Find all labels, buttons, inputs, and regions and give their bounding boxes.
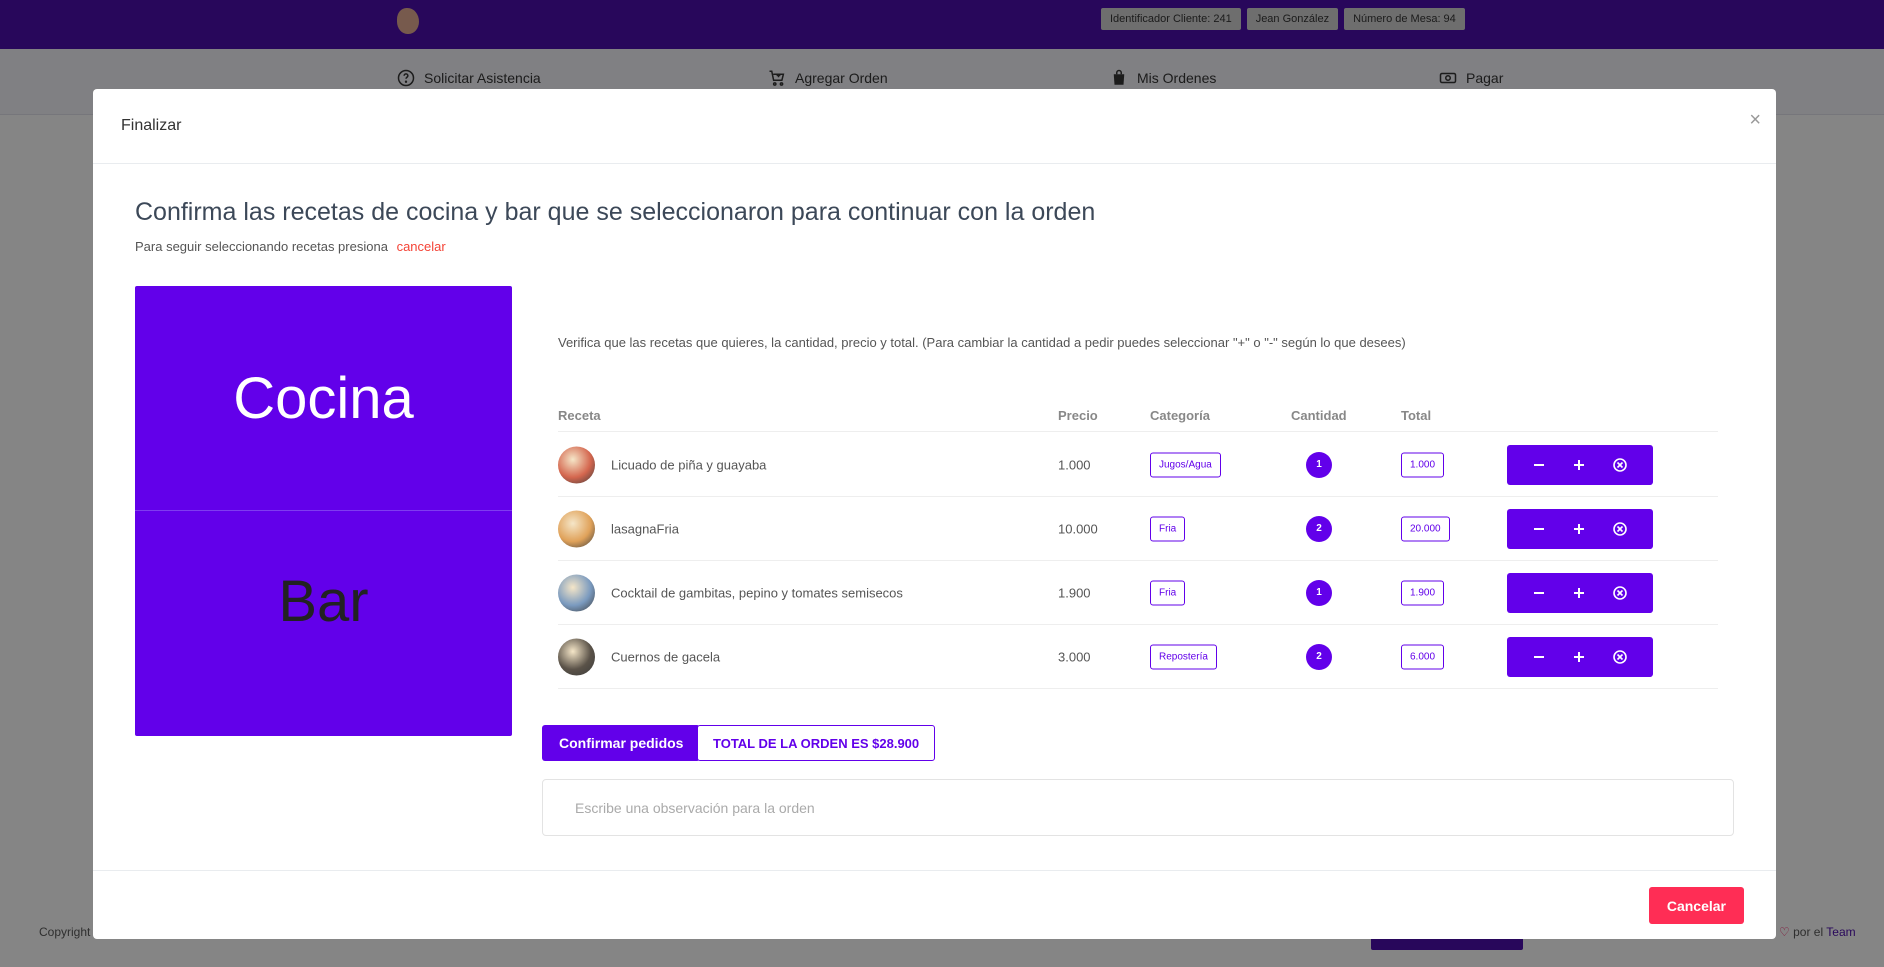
remove-circle-icon[interactable]	[1613, 585, 1627, 600]
minus-icon[interactable]	[1533, 523, 1545, 535]
table-row: Licuado de piña y guayaba 1.000 Jugos/Agua…	[558, 433, 1718, 497]
modal-header: Finalizar ×	[93, 89, 1776, 164]
column-recipe: Receta	[558, 408, 601, 423]
observation-input[interactable]	[542, 779, 1734, 836]
row-total: 6.000	[1401, 644, 1445, 669]
recipe-thumbnail	[558, 510, 595, 547]
quantity-badge: 1	[1306, 579, 1332, 606]
plus-icon[interactable]	[1573, 651, 1585, 663]
category-panel: Cocina Bar	[135, 286, 512, 736]
category-chip: Fria	[1150, 516, 1186, 541]
category-bar[interactable]: Bar	[135, 511, 512, 691]
row-actions	[1507, 508, 1653, 549]
recipe-price: 10.000	[1058, 521, 1098, 536]
quantity-badge: 2	[1306, 515, 1332, 542]
recipe-name: Cuernos de gacela	[611, 649, 721, 664]
category-chip: Fria	[1150, 580, 1186, 605]
cancel-link[interactable]: cancelar	[397, 239, 446, 254]
category-chip: Jugos/Agua	[1150, 452, 1221, 477]
close-icon[interactable]: ×	[1749, 109, 1761, 132]
table-row: Cocktail de gambitas, pepino y tomates s…	[558, 561, 1718, 625]
minus-icon[interactable]	[1533, 587, 1545, 599]
column-quantity: Cantidad	[1291, 408, 1347, 423]
row-total: 20.000	[1401, 516, 1450, 541]
recipe-price: 1.000	[1058, 457, 1091, 472]
recipe-name: Licuado de piña y guayaba	[611, 457, 767, 472]
subheading-text: Para seguir seleccionando recetas presio…	[135, 239, 388, 254]
minus-icon[interactable]	[1533, 651, 1545, 663]
quantity-badge: 2	[1306, 643, 1332, 670]
remove-circle-icon[interactable]	[1613, 521, 1627, 536]
row-total: 1.900	[1401, 580, 1445, 605]
column-category: Categoría	[1150, 408, 1210, 423]
recipe-thumbnail	[558, 638, 595, 675]
table-row: lasagnaFria 10.000 Fria 2 20.000	[558, 497, 1718, 561]
row-actions	[1507, 444, 1653, 485]
recipe-name: Cocktail de gambitas, pepino y tomates s…	[611, 585, 903, 600]
minus-icon[interactable]	[1533, 459, 1545, 471]
modal-title: Finalizar	[121, 117, 182, 134]
recipe-thumbnail	[558, 574, 595, 611]
remove-circle-icon[interactable]	[1613, 457, 1627, 472]
plus-icon[interactable]	[1573, 459, 1585, 471]
instructions-text: Verifica que las recetas que quieres, la…	[558, 335, 1406, 350]
recipe-price: 3.000	[1058, 649, 1091, 664]
plus-icon[interactable]	[1573, 523, 1585, 535]
modal-footer: Cancelar	[93, 870, 1776, 939]
order-total-badge: TOTAL DE LA ORDEN ES $28.900	[697, 725, 936, 761]
recipe-name: lasagnaFria	[611, 521, 679, 536]
table-row: Cuernos de gacela 3.000 Repostería 2 6.000	[558, 625, 1718, 689]
recipe-thumbnail	[558, 446, 595, 483]
plus-icon[interactable]	[1573, 587, 1585, 599]
finalize-modal: Finalizar × Confirma las recetas de coci…	[93, 89, 1776, 939]
remove-circle-icon[interactable]	[1613, 649, 1627, 664]
row-total: 1.000	[1401, 452, 1445, 477]
category-chip: Repostería	[1150, 644, 1217, 669]
modal-subheading: Para seguir seleccionando recetas presio…	[135, 239, 446, 254]
table-header: Receta Precio Categoría Cantidad Total	[558, 404, 1718, 432]
cancel-button[interactable]: Cancelar	[1648, 887, 1744, 924]
category-kitchen[interactable]: Cocina	[135, 286, 512, 511]
recipe-price: 1.900	[1058, 585, 1091, 600]
row-actions	[1507, 636, 1653, 677]
column-price: Precio	[1058, 408, 1098, 423]
column-total: Total	[1401, 408, 1432, 423]
row-actions	[1507, 572, 1653, 613]
quantity-badge: 1	[1306, 451, 1332, 478]
confirm-orders-button[interactable]: Confirmar pedidos	[542, 725, 701, 761]
modal-heading: Confirma las recetas de cocina y bar que…	[135, 198, 1096, 226]
